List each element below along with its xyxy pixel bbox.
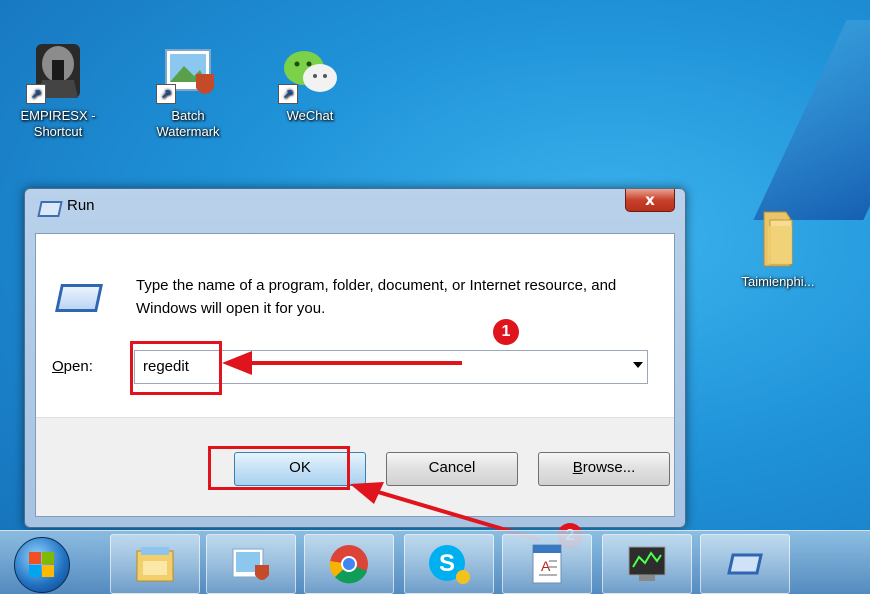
- run-icon: [727, 553, 763, 575]
- desktop: ↗ EMPIRESX - Shortcut ↗ Batch Watermark: [0, 0, 870, 594]
- task-manager-icon: [628, 546, 666, 581]
- svg-text:S: S: [439, 550, 455, 577]
- taskbar-chrome[interactable]: [304, 534, 394, 594]
- svg-text:A: A: [541, 558, 551, 574]
- annotation-arrows: [222, 351, 541, 542]
- taskbar-wordpad[interactable]: A: [502, 534, 592, 594]
- arrow-head-1: [222, 351, 252, 375]
- taskbar-task-manager[interactable]: [602, 534, 692, 594]
- taskbar-explorer[interactable]: [110, 534, 200, 594]
- windows-logo-icon: [29, 552, 55, 578]
- taskbar: S A: [0, 530, 870, 594]
- taskbar-run[interactable]: [700, 534, 790, 594]
- windows-explorer-icon: [136, 547, 174, 582]
- taskbar-skype[interactable]: S: [404, 534, 494, 594]
- chrome-icon: [329, 545, 368, 584]
- taskbar-batch-watermark[interactable]: [206, 534, 296, 594]
- batch-watermark-icon: [232, 548, 269, 580]
- skype-icon: S: [429, 545, 470, 584]
- start-button[interactable]: [14, 537, 70, 593]
- wordpad-icon: A: [532, 544, 562, 584]
- arrow-head-2: [350, 482, 384, 504]
